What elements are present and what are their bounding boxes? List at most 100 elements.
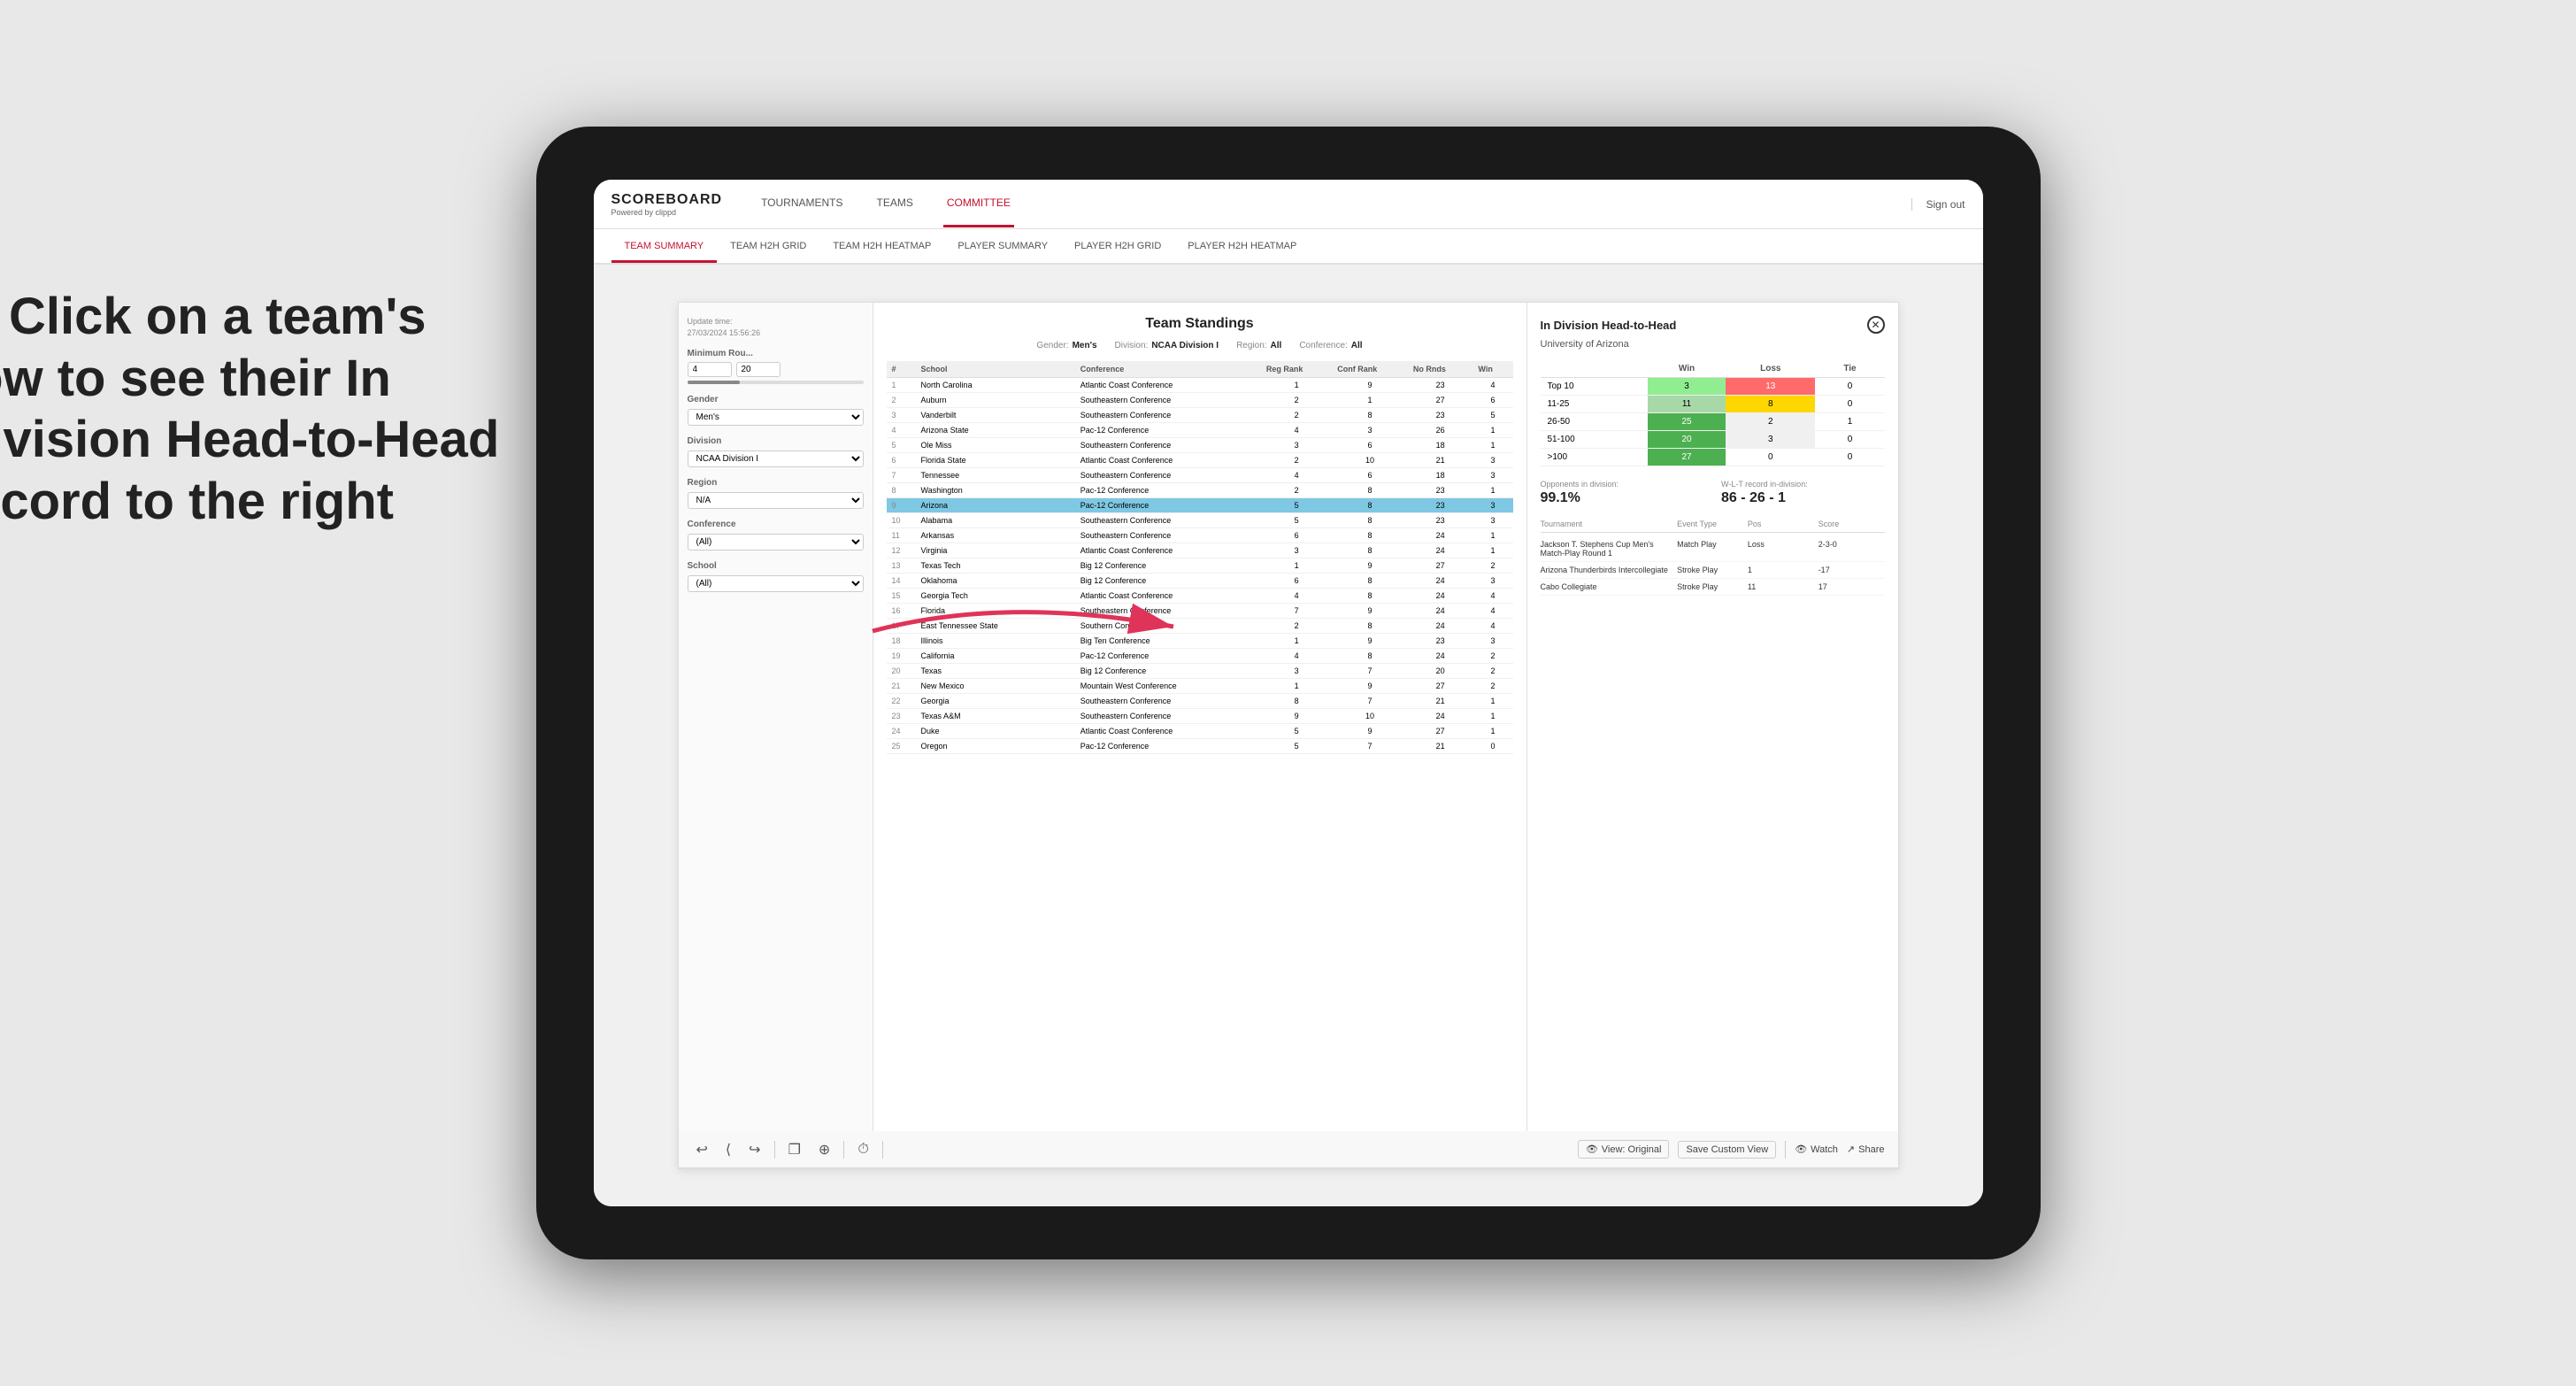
cell-win: 1 bbox=[1473, 709, 1512, 724]
gender-select[interactable]: Men's Women's bbox=[688, 409, 864, 426]
standings-row-4[interactable]: 5 Ole Miss Southeastern Conference 3 6 1… bbox=[887, 438, 1513, 453]
standings-row-16[interactable]: 17 East Tennessee State Southern Confere… bbox=[887, 619, 1513, 634]
paste-button[interactable]: ⊕ bbox=[814, 1139, 834, 1160]
sub-nav-player-h2h-grid[interactable]: PLAYER H2H GRID bbox=[1061, 232, 1174, 263]
cell-win: 3 bbox=[1473, 498, 1512, 513]
h2h-row-top10[interactable]: Top 10 3 13 0 bbox=[1541, 378, 1885, 396]
tournament-pos-1: 1 bbox=[1748, 566, 1814, 574]
h2h-row-1125[interactable]: 11-25 11 8 0 bbox=[1541, 396, 1885, 413]
sub-nav-team-h2h-heatmap[interactable]: TEAM H2H HEATMAP bbox=[819, 232, 944, 263]
cell-reg-rank: 1 bbox=[1261, 634, 1332, 649]
sub-nav-player-h2h-heatmap[interactable]: PLAYER H2H HEATMAP bbox=[1174, 232, 1310, 263]
standings-row-0[interactable]: 1 North Carolina Atlantic Coast Conferen… bbox=[887, 378, 1513, 393]
tournament-col-name: Tournament bbox=[1541, 520, 1673, 528]
standings-row-2[interactable]: 3 Vanderbilt Southeastern Conference 2 8… bbox=[887, 408, 1513, 423]
cell-conf-rank: 9 bbox=[1332, 634, 1408, 649]
conference-select[interactable]: (All) ACC SEC bbox=[688, 534, 864, 551]
cell-rank: 10 bbox=[887, 513, 916, 528]
bottom-toolbar: ↩ ⟨ ↪ ❐ ⊕ ⏱ 👁 View: Original bbox=[679, 1131, 1898, 1168]
school-select[interactable]: (All) bbox=[688, 575, 864, 592]
gender-label: Gender bbox=[688, 395, 864, 404]
h2h-row-100plus[interactable]: >100 27 0 0 bbox=[1541, 449, 1885, 466]
standings-row-23[interactable]: 24 Duke Atlantic Coast Conference 5 9 27… bbox=[887, 724, 1513, 739]
update-time: Update time: 27/03/2024 15:56:26 bbox=[688, 316, 864, 338]
standings-row-20[interactable]: 21 New Mexico Mountain West Conference 1… bbox=[887, 679, 1513, 694]
cell-school: Vanderbilt bbox=[916, 408, 1075, 423]
cell-conf-rank: 8 bbox=[1332, 649, 1408, 664]
tournament-row-1[interactable]: Arizona Thunderbirds Intercollegiate Str… bbox=[1541, 562, 1885, 579]
cell-school: Duke bbox=[916, 724, 1075, 739]
nav-committee[interactable]: COMMITTEE bbox=[943, 181, 1014, 227]
cell-win: 1 bbox=[1473, 543, 1512, 558]
max-rounds-input[interactable] bbox=[736, 362, 780, 377]
view-original-button[interactable]: 👁 View: Original bbox=[1578, 1140, 1670, 1159]
cell-conference: Atlantic Coast Conference bbox=[1075, 453, 1261, 468]
standings-row-9[interactable]: 10 Alabama Southeastern Conference 5 8 2… bbox=[887, 513, 1513, 528]
sub-nav-team-h2h-grid[interactable]: TEAM H2H GRID bbox=[717, 232, 819, 263]
standings-row-3[interactable]: 4 Arizona State Pac-12 Conference 4 3 26… bbox=[887, 423, 1513, 438]
step-back-button[interactable]: ⟨ bbox=[721, 1139, 735, 1160]
cell-conf-rank: 6 bbox=[1332, 468, 1408, 483]
divider-4 bbox=[1785, 1141, 1786, 1159]
cell-conference: Southeastern Conference bbox=[1075, 709, 1261, 724]
cell-win: 3 bbox=[1473, 574, 1512, 589]
standings-row-10[interactable]: 11 Arkansas Southeastern Conference 6 8 … bbox=[887, 528, 1513, 543]
nav-tournaments[interactable]: TOURNAMENTS bbox=[757, 181, 846, 227]
close-button[interactable]: ✕ bbox=[1867, 316, 1885, 334]
standings-row-21[interactable]: 22 Georgia Southeastern Conference 8 7 2… bbox=[887, 694, 1513, 709]
standings-row-24[interactable]: 25 Oregon Pac-12 Conference 5 7 21 0 bbox=[887, 739, 1513, 754]
standings-row-7[interactable]: 8 Washington Pac-12 Conference 2 8 23 1 bbox=[887, 483, 1513, 498]
cell-school: Arizona State bbox=[916, 423, 1075, 438]
cell-school: Ole Miss bbox=[916, 438, 1075, 453]
h2h-row-2650[interactable]: 26-50 25 2 1 bbox=[1541, 413, 1885, 431]
standings-row-5[interactable]: 6 Florida State Atlantic Coast Conferenc… bbox=[887, 453, 1513, 468]
tournament-name-1: Arizona Thunderbirds Intercollegiate bbox=[1541, 566, 1673, 574]
region-label: Region bbox=[688, 478, 864, 488]
standings-row-1[interactable]: 2 Auburn Southeastern Conference 2 1 27 … bbox=[887, 393, 1513, 408]
standings-row-19[interactable]: 20 Texas Big 12 Conference 3 7 20 2 bbox=[887, 664, 1513, 679]
sub-nav-team-summary[interactable]: TEAM SUMMARY bbox=[611, 232, 718, 263]
standings-row-12[interactable]: 13 Texas Tech Big 12 Conference 1 9 27 2 bbox=[887, 558, 1513, 574]
cell-no-rnds: 23 bbox=[1408, 378, 1473, 393]
sign-out[interactable]: Sign out bbox=[1911, 198, 1965, 211]
nav-teams[interactable]: TEAMS bbox=[873, 181, 917, 227]
standings-row-13[interactable]: 14 Oklahoma Big 12 Conference 6 8 24 3 bbox=[887, 574, 1513, 589]
tournament-row-2[interactable]: Cabo Collegiate Stroke Play 11 17 bbox=[1541, 579, 1885, 596]
standings-row-8[interactable]: 9 Arizona Pac-12 Conference 5 8 23 3 bbox=[887, 498, 1513, 513]
standings-row-11[interactable]: 12 Virginia Atlantic Coast Conference 3 … bbox=[887, 543, 1513, 558]
cell-no-rnds: 24 bbox=[1408, 619, 1473, 634]
standings-row-18[interactable]: 19 California Pac-12 Conference 4 8 24 2 bbox=[887, 649, 1513, 664]
cell-rank: 24 bbox=[887, 724, 916, 739]
sub-nav: TEAM SUMMARY TEAM H2H GRID TEAM H2H HEAT… bbox=[594, 229, 1983, 265]
share-button[interactable]: ↗ Share bbox=[1847, 1143, 1885, 1155]
clock-button[interactable]: ⏱ bbox=[853, 1140, 873, 1159]
redo-button[interactable]: ↪ bbox=[744, 1139, 765, 1160]
sub-nav-player-summary[interactable]: PLAYER SUMMARY bbox=[944, 232, 1061, 263]
standings-row-14[interactable]: 15 Georgia Tech Atlantic Coast Conferenc… bbox=[887, 589, 1513, 604]
region-select[interactable]: N/A All bbox=[688, 492, 864, 509]
division-select[interactable]: NCAA Division I NCAA Division II bbox=[688, 450, 864, 467]
tournament-row-0[interactable]: Jackson T. Stephens Cup Men's Match-Play… bbox=[1541, 536, 1885, 562]
cell-reg-rank: 4 bbox=[1261, 649, 1332, 664]
standings-row-15[interactable]: 16 Florida Southeastern Conference 7 9 2… bbox=[887, 604, 1513, 619]
cell-conf-rank: 8 bbox=[1332, 513, 1408, 528]
tournament-type-1: Stroke Play bbox=[1677, 566, 1743, 574]
h2h-row-51100[interactable]: 51-100 20 3 0 bbox=[1541, 431, 1885, 449]
save-custom-button[interactable]: Save Custom View bbox=[1678, 1141, 1776, 1159]
standings-row-22[interactable]: 23 Texas A&M Southeastern Conference 9 1… bbox=[887, 709, 1513, 724]
copy-button[interactable]: ❐ bbox=[784, 1139, 805, 1160]
cell-no-rnds: 27 bbox=[1408, 679, 1473, 694]
cell-no-rnds: 23 bbox=[1408, 408, 1473, 423]
standings-row-6[interactable]: 7 Tennessee Southeastern Conference 4 6 … bbox=[887, 468, 1513, 483]
h2h-label-51100: 51-100 bbox=[1541, 431, 1648, 449]
undo-button[interactable]: ↩ bbox=[692, 1139, 712, 1160]
standings-row-17[interactable]: 18 Illinois Big Ten Conference 1 9 23 3 bbox=[887, 634, 1513, 649]
nav-items: TOURNAMENTS TEAMS COMMITTEE bbox=[757, 181, 1911, 227]
cell-rank: 21 bbox=[887, 679, 916, 694]
opponents-label: Opponents in division: bbox=[1541, 480, 1704, 489]
cell-rank: 19 bbox=[887, 649, 916, 664]
watch-button[interactable]: 👁 Watch bbox=[1795, 1143, 1838, 1155]
cell-school: Texas A&M bbox=[916, 709, 1075, 724]
cell-win: 3 bbox=[1473, 634, 1512, 649]
min-rounds-input[interactable] bbox=[688, 362, 732, 377]
